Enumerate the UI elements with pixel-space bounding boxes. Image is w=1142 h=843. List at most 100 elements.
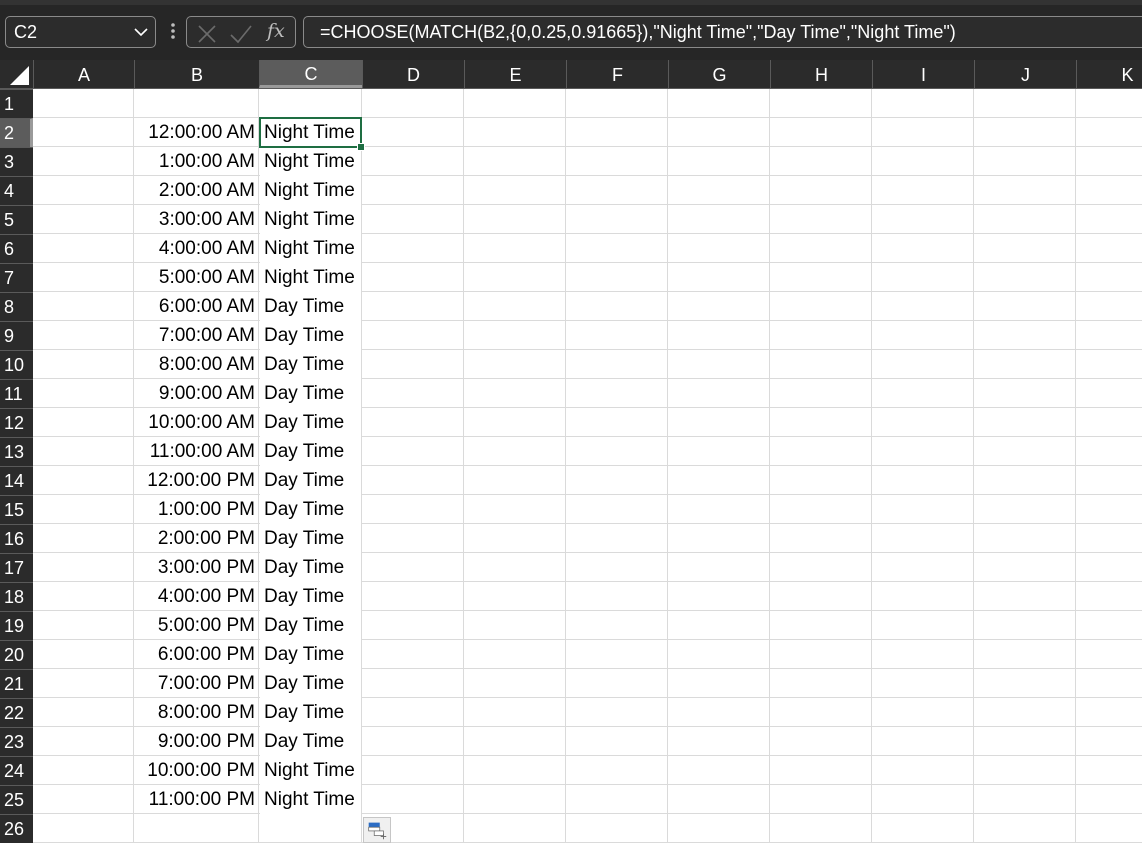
cell-c5[interactable]: Night Time [260, 205, 361, 234]
name-box-value: C2 [14, 22, 38, 42]
select-all-button[interactable] [0, 60, 33, 88]
cell-c25[interactable]: Night Time [260, 785, 361, 814]
close-icon[interactable] [197, 24, 217, 44]
cell-b22[interactable]: 8:00:00 PM [134, 698, 259, 727]
cell-b7[interactable]: 5:00:00 AM [134, 263, 259, 292]
cell-b24[interactable]: 10:00:00 PM [134, 756, 259, 785]
row-header-9[interactable]: 9 [0, 321, 33, 350]
cell-c10[interactable]: Day Time [260, 350, 361, 379]
cell-b17[interactable]: 3:00:00 PM [134, 553, 259, 582]
row-header-2[interactable]: 2 [0, 118, 33, 147]
cell-b9[interactable]: 7:00:00 AM [134, 321, 259, 350]
row-header-21[interactable]: 21 [0, 669, 33, 698]
fill-handle[interactable] [357, 143, 365, 151]
cell-b19[interactable]: 5:00:00 PM [134, 611, 259, 640]
column-header-d[interactable]: D [362, 60, 464, 88]
name-box[interactable]: C2 [5, 16, 156, 48]
cell-b20[interactable]: 6:00:00 PM [134, 640, 259, 669]
insert-function-button[interactable]: fx [267, 20, 285, 42]
ribbon-edge [0, 0, 1142, 5]
cell-b6[interactable]: 4:00:00 AM [134, 234, 259, 263]
row-header-6[interactable]: 6 [0, 234, 33, 263]
cell-b12[interactable]: 10:00:00 AM [134, 408, 259, 437]
formula-input[interactable]: =CHOOSE(MATCH(B2,{0,0.25,0.91665}),"Nigh… [303, 16, 1142, 48]
row-header-1[interactable]: 1 [0, 89, 33, 118]
row-header-23[interactable]: 23 [0, 727, 33, 756]
cell-c12[interactable]: Day Time [260, 408, 361, 437]
cell-b8[interactable]: 6:00:00 AM [134, 292, 259, 321]
row-header-15[interactable]: 15 [0, 495, 33, 524]
cell-b10[interactable]: 8:00:00 AM [134, 350, 259, 379]
cell-c4[interactable]: Night Time [260, 176, 361, 205]
row-header-16[interactable]: 16 [0, 524, 33, 553]
cell-c2[interactable]: Night Time [260, 118, 361, 147]
row-header-19[interactable]: 19 [0, 611, 33, 640]
cell-b16[interactable]: 2:00:00 PM [134, 524, 259, 553]
cell-b23[interactable]: 9:00:00 PM [134, 727, 259, 756]
cell-c19[interactable]: Day Time [260, 611, 361, 640]
column-header-g[interactable]: G [668, 60, 770, 88]
cell-c15[interactable]: Day Time [260, 495, 361, 524]
cell-c22[interactable]: Day Time [260, 698, 361, 727]
cell-c23[interactable]: Day Time [260, 727, 361, 756]
cell-b11[interactable]: 9:00:00 AM [134, 379, 259, 408]
column-header-i[interactable]: I [872, 60, 974, 88]
column-header-f[interactable]: F [566, 60, 668, 88]
column-header-j[interactable]: J [974, 60, 1076, 88]
row-header-24[interactable]: 24 [0, 756, 33, 785]
row-header-13[interactable]: 13 [0, 437, 33, 466]
cell-c13[interactable]: Day Time [260, 437, 361, 466]
row-header-4[interactable]: 4 [0, 176, 33, 205]
cell-b3[interactable]: 1:00:00 AM [134, 147, 259, 176]
row-header-20[interactable]: 20 [0, 640, 33, 669]
cell-c24[interactable]: Night Time [260, 756, 361, 785]
row-header-5[interactable]: 5 [0, 205, 33, 234]
row-header-3[interactable]: 3 [0, 147, 33, 176]
row-header-14[interactable]: 14 [0, 466, 33, 495]
drag-handle-icon[interactable] [169, 20, 177, 42]
row-header-18[interactable]: 18 [0, 582, 33, 611]
chevron-down-icon[interactable] [132, 24, 150, 40]
column-header-c[interactable]: C [259, 60, 362, 88]
row-header-26[interactable]: 26 [0, 814, 33, 843]
row-header-25[interactable]: 25 [0, 785, 33, 814]
row-header-10[interactable]: 10 [0, 350, 33, 379]
cell-c11[interactable]: Day Time [260, 379, 361, 408]
cell-b25[interactable]: 11:00:00 PM [134, 785, 259, 814]
row-header-17[interactable]: 17 [0, 553, 33, 582]
cell-b5[interactable]: 3:00:00 AM [134, 205, 259, 234]
cell-c17[interactable]: Day Time [260, 553, 361, 582]
cell-c21[interactable]: Day Time [260, 669, 361, 698]
row-header-12[interactable]: 12 [0, 408, 33, 437]
row-header-22[interactable]: 22 [0, 698, 33, 727]
column-header-a[interactable]: A [33, 60, 134, 88]
cell-c8[interactable]: Day Time [260, 292, 361, 321]
column-header-h[interactable]: H [770, 60, 872, 88]
worksheet-grid[interactable]: 12:00:00 AM Night Time 1:00:00 AM Night Tim… [33, 89, 1142, 843]
column-gridline [463, 89, 464, 843]
cell-c3[interactable]: Night Time [260, 147, 361, 176]
cell-c16[interactable]: Day Time [260, 524, 361, 553]
quick-analysis-icon[interactable] [363, 817, 391, 843]
column-gridline [361, 89, 362, 843]
cell-c7[interactable]: Night Time [260, 263, 361, 292]
cell-b15[interactable]: 1:00:00 PM [134, 495, 259, 524]
column-header-b[interactable]: B [134, 60, 259, 88]
cell-b21[interactable]: 7:00:00 PM [134, 669, 259, 698]
cell-c18[interactable]: Day Time [260, 582, 361, 611]
check-icon[interactable] [229, 24, 253, 44]
column-header-k[interactable]: K [1076, 60, 1142, 88]
cell-b13[interactable]: 11:00:00 AM [134, 437, 259, 466]
cell-c14[interactable]: Day Time [260, 466, 361, 495]
cell-b14[interactable]: 12:00:00 PM [134, 466, 259, 495]
row-header-7[interactable]: 7 [0, 263, 33, 292]
cell-c9[interactable]: Day Time [260, 321, 361, 350]
cell-b2[interactable]: 12:00:00 AM [134, 118, 259, 147]
row-header-11[interactable]: 11 [0, 379, 33, 408]
row-header-8[interactable]: 8 [0, 292, 33, 321]
cell-b4[interactable]: 2:00:00 AM [134, 176, 259, 205]
cell-c20[interactable]: Day Time [260, 640, 361, 669]
cell-b18[interactable]: 4:00:00 PM [134, 582, 259, 611]
cell-c6[interactable]: Night Time [260, 234, 361, 263]
column-header-e[interactable]: E [464, 60, 566, 88]
